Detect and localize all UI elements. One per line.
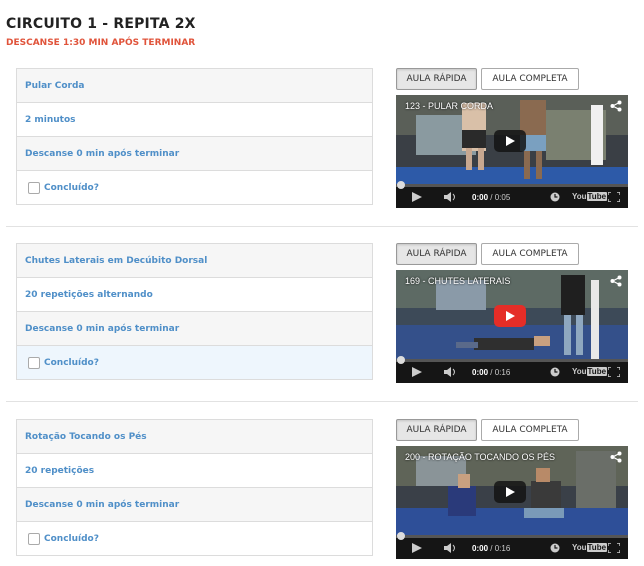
time-current: 0:00 bbox=[472, 193, 489, 202]
watch-later-icon[interactable] bbox=[550, 192, 560, 202]
fullscreen-icon[interactable] bbox=[608, 543, 620, 553]
exercise-card-2: Chutes Laterais em Decúbito Dorsal 20 re… bbox=[16, 243, 373, 380]
share-icon[interactable] bbox=[610, 275, 622, 287]
volume-icon[interactable] bbox=[444, 367, 458, 377]
time-total: / 0:05 bbox=[490, 193, 511, 202]
play-icon[interactable] bbox=[412, 367, 422, 377]
completed-label: Concluído? bbox=[44, 533, 99, 544]
exercise-card-3: Rotação Tocando os Pés 20 repetições Des… bbox=[16, 419, 373, 556]
youtube-logo[interactable]: YouTube bbox=[572, 543, 608, 552]
player-controls: 0:00 / 0:05 YouTube bbox=[396, 181, 628, 208]
progress-handle[interactable] bbox=[397, 181, 405, 189]
video-player[interactable]: 169 - CHUTES LATERAIS 0:00 / 0:16 YouTub… bbox=[396, 270, 628, 383]
play-icon bbox=[506, 311, 515, 321]
completed-row[interactable]: Concluído? bbox=[17, 346, 372, 380]
play-overlay-button[interactable] bbox=[494, 130, 526, 152]
time-total: / 0:16 bbox=[490, 368, 511, 377]
exercise-card-1: Pular Corda 2 minutos Descanse 0 min apó… bbox=[16, 68, 373, 205]
exercise-name: Pular Corda bbox=[17, 69, 372, 103]
exercise-reps: 20 repetições alternando bbox=[17, 278, 372, 312]
share-icon[interactable] bbox=[610, 451, 622, 463]
progress-bar[interactable] bbox=[396, 532, 628, 540]
exercise-reps: 20 repetições bbox=[17, 454, 372, 488]
play-icon bbox=[506, 136, 515, 146]
video-title: 169 - CHUTES LATERAIS bbox=[405, 276, 511, 286]
play-icon[interactable] bbox=[412, 543, 422, 553]
player-controls: 0:00 / 0:16 YouTube bbox=[396, 532, 628, 559]
fullscreen-icon[interactable] bbox=[608, 367, 620, 377]
youtube-logo[interactable]: YouTube bbox=[572, 192, 608, 201]
time-current: 0:00 bbox=[472, 544, 489, 553]
section-divider bbox=[6, 226, 638, 227]
progress-handle[interactable] bbox=[397, 356, 405, 364]
share-icon[interactable] bbox=[610, 100, 622, 112]
exercise-name: Rotação Tocando os Pés bbox=[17, 420, 372, 454]
exercise-reps: 2 minutos bbox=[17, 103, 372, 137]
youtube-logo[interactable]: YouTube bbox=[572, 367, 608, 376]
exercise-name: Chutes Laterais em Decúbito Dorsal bbox=[17, 244, 372, 278]
time-display: 0:00 / 0:05 bbox=[472, 193, 510, 202]
section-divider bbox=[6, 401, 638, 402]
play-overlay-button[interactable] bbox=[494, 481, 526, 503]
completed-label: Concluído? bbox=[44, 357, 99, 368]
circuit-rest-note: DESCANSE 1:30 MIN APÓS TERMINAR bbox=[6, 38, 196, 48]
full-lesson-button[interactable]: AULA COMPLETA bbox=[481, 243, 579, 265]
completed-checkbox[interactable] bbox=[28, 532, 40, 545]
video-player[interactable]: 123 - PULAR CORDA 0:00 / 0:05 YouTube bbox=[396, 95, 628, 208]
fullscreen-icon[interactable] bbox=[608, 192, 620, 202]
time-display: 0:00 / 0:16 bbox=[472, 368, 510, 377]
completed-row[interactable]: Concluído? bbox=[17, 171, 372, 205]
video-title: 200 - ROTAÇÃO TOCANDO OS PÉS bbox=[405, 452, 556, 462]
progress-handle[interactable] bbox=[397, 532, 405, 540]
quick-lesson-button[interactable]: AULA RÁPIDA bbox=[396, 68, 477, 90]
play-overlay-button[interactable] bbox=[494, 305, 526, 327]
exercise-rest: Descanse 0 min após terminar bbox=[17, 137, 372, 171]
volume-icon[interactable] bbox=[444, 543, 458, 553]
video-title: 123 - PULAR CORDA bbox=[405, 101, 494, 111]
completed-row[interactable]: Concluído? bbox=[17, 522, 372, 556]
volume-icon[interactable] bbox=[444, 192, 458, 202]
progress-bar[interactable] bbox=[396, 356, 628, 364]
video-player[interactable]: 200 - ROTAÇÃO TOCANDO OS PÉS 0:00 / 0:16… bbox=[396, 446, 628, 559]
completed-checkbox[interactable] bbox=[28, 181, 40, 194]
completed-label: Concluído? bbox=[44, 182, 99, 193]
play-icon bbox=[506, 487, 515, 497]
time-display: 0:00 / 0:16 bbox=[472, 544, 510, 553]
circuit-title: CIRCUITO 1 - REPITA 2X bbox=[6, 16, 196, 32]
player-controls: 0:00 / 0:16 YouTube bbox=[396, 356, 628, 383]
time-total: / 0:16 bbox=[490, 544, 511, 553]
quick-lesson-button[interactable]: AULA RÁPIDA bbox=[396, 243, 477, 265]
watch-later-icon[interactable] bbox=[550, 367, 560, 377]
watch-later-icon[interactable] bbox=[550, 543, 560, 553]
time-current: 0:00 bbox=[472, 368, 489, 377]
full-lesson-button[interactable]: AULA COMPLETA bbox=[481, 419, 579, 441]
play-icon[interactable] bbox=[412, 192, 422, 202]
exercise-rest: Descanse 0 min após terminar bbox=[17, 312, 372, 346]
full-lesson-button[interactable]: AULA COMPLETA bbox=[481, 68, 579, 90]
exercise-rest: Descanse 0 min após terminar bbox=[17, 488, 372, 522]
completed-checkbox[interactable] bbox=[28, 356, 40, 369]
quick-lesson-button[interactable]: AULA RÁPIDA bbox=[396, 419, 477, 441]
progress-bar[interactable] bbox=[396, 181, 628, 189]
